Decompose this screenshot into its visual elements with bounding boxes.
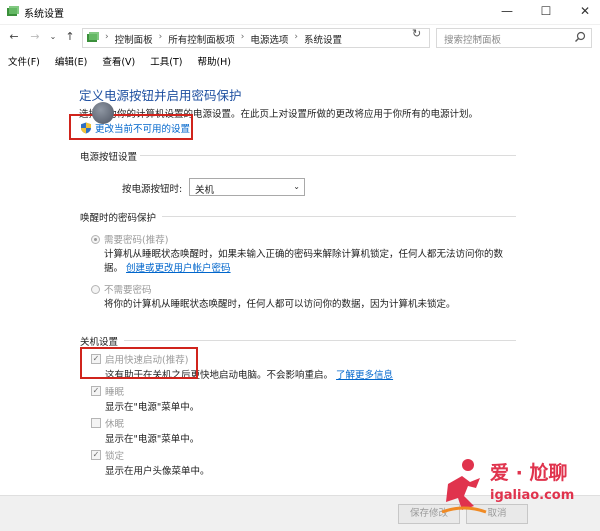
menu-tools[interactable]: 工具(T) xyxy=(142,51,189,71)
forward-arrow-icon[interactable]: → xyxy=(27,29,43,45)
sleep-checkbox[interactable]: ✓ xyxy=(91,386,101,396)
require-password-desc: 计算机从睡眠状态唤醒时，如果未输入正确的密码来解除计算机锁定，任何人都无法访问你… xyxy=(104,249,504,260)
sleep-label: 睡眠 xyxy=(105,387,125,398)
window-title: 系统设置 xyxy=(24,9,64,20)
hibernate-desc: 显示在"电源"菜单中。 xyxy=(105,434,200,445)
control-panel-icon xyxy=(87,32,99,42)
search-icon[interactable] xyxy=(574,31,586,43)
learn-more-link[interactable]: 了解更多信息 xyxy=(336,370,393,381)
menu-help[interactable]: 帮助(H) xyxy=(189,51,238,71)
address-field[interactable]: › 控制面板 › 所有控制面板项 › 电源选项 › 系统设置 ⌄ xyxy=(82,28,483,48)
breadcrumb-separator-icon: › xyxy=(294,32,298,42)
address-bar: ← → ⌄ ↑ › 控制面板 › 所有控制面板项 › 电源选项 › 系统设置 ⌄… xyxy=(0,25,600,51)
recent-dropdown-icon[interactable]: ⌄ xyxy=(45,29,61,45)
power-action-value: 关机 xyxy=(195,185,215,196)
minimize-button[interactable]: — xyxy=(492,0,522,22)
maximize-button[interactable]: ☐ xyxy=(531,0,561,22)
title-bar: 系统设置 — ☐ ✕ xyxy=(0,0,600,25)
chevron-down-icon: ⌄ xyxy=(293,182,300,191)
watermark-brand: 爱 · 尬聊 xyxy=(490,462,568,484)
power-button-label: 按电源按钮时: xyxy=(122,184,183,195)
highlight-box xyxy=(69,114,193,140)
breadcrumb-item[interactable]: 控制面板 xyxy=(115,32,153,46)
highlight-box xyxy=(80,347,198,379)
section-divider xyxy=(140,155,516,156)
lock-checkbox[interactable]: ✓ xyxy=(91,450,101,460)
no-password-radio[interactable] xyxy=(91,285,100,294)
power-button-icon xyxy=(92,102,114,124)
menu-file[interactable]: 文件(F) xyxy=(0,51,47,71)
watermark: 爱 · 尬聊 igaliao.com xyxy=(438,452,598,522)
lock-label: 锁定 xyxy=(105,451,125,462)
search-placeholder: 搜索控制面板 xyxy=(444,35,502,46)
close-button[interactable]: ✕ xyxy=(570,0,600,22)
hibernate-checkbox[interactable] xyxy=(91,418,101,428)
require-password-desc-2: 据。 创建或更改用户帐户密码 xyxy=(104,260,231,274)
breadcrumb-item[interactable]: 电源选项 xyxy=(250,32,288,46)
breadcrumb-item[interactable]: 系统设置 xyxy=(304,32,342,46)
menu-bar: 文件(F) 编辑(E) 查看(V) 工具(T) 帮助(H) xyxy=(0,51,600,71)
no-password-label: 不需要密码 xyxy=(104,285,152,296)
watermark-url: igaliao.com xyxy=(490,488,575,503)
sleep-desc: 显示在"电源"菜单中。 xyxy=(105,402,200,413)
search-input[interactable]: 搜索控制面板 xyxy=(436,28,592,48)
require-password-desc-end: 据。 xyxy=(104,263,124,274)
menu-view[interactable]: 查看(V) xyxy=(94,51,142,71)
breadcrumb: › 控制面板 › 所有控制面板项 › 电源选项 › 系统设置 xyxy=(105,32,342,46)
breadcrumb-item[interactable]: 所有控制面板项 xyxy=(168,32,235,46)
section-shutdown: 关机设置 xyxy=(80,337,119,348)
breadcrumb-separator-icon: › xyxy=(158,32,163,42)
menu-edit[interactable]: 编辑(E) xyxy=(47,51,94,71)
refresh-icon[interactable]: ↻ xyxy=(412,27,421,40)
power-options-icon xyxy=(7,6,19,16)
section-divider xyxy=(124,340,516,341)
section-divider xyxy=(162,216,516,217)
power-action-select[interactable]: 关机 ⌄ xyxy=(189,178,305,196)
no-password-desc: 将你的计算机从睡眠状态唤醒时，任何人都可以访问你的数据，因为计算机未锁定。 xyxy=(104,299,456,310)
hibernate-label: 休眠 xyxy=(105,419,125,430)
require-password-label: 需要密码(推荐) xyxy=(104,235,169,246)
back-arrow-icon[interactable]: ← xyxy=(6,29,22,45)
breadcrumb-separator-icon: › xyxy=(240,32,245,42)
up-arrow-icon[interactable]: ↑ xyxy=(62,29,78,45)
section-wake-password: 唤醒时的密码保护 xyxy=(80,213,157,224)
lock-desc: 显示在用户头像菜单中。 xyxy=(105,466,210,477)
create-password-link[interactable]: 创建或更改用户帐户密码 xyxy=(126,263,231,274)
require-password-radio[interactable] xyxy=(91,235,100,244)
breadcrumb-separator-icon: › xyxy=(105,32,109,42)
watermark-logo-icon xyxy=(441,459,487,514)
section-power-button: 电源按钮设置 xyxy=(80,152,138,163)
